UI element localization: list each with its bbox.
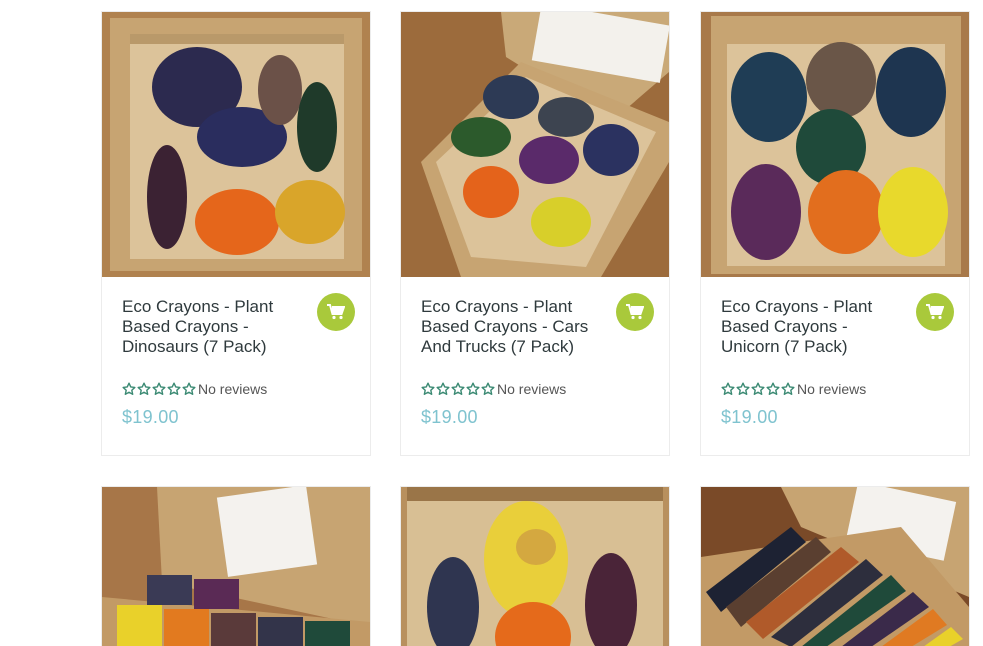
- star-outline-icon: [436, 382, 450, 396]
- star-outline-icon: [721, 382, 735, 396]
- cars-trucks-crayons-photo: [401, 12, 669, 277]
- star-outline-icon: [481, 382, 495, 396]
- star-outline-icon: [466, 382, 480, 396]
- star-outline-icon: [751, 382, 765, 396]
- product-image[interactable]: [701, 12, 969, 277]
- product-image[interactable]: [401, 12, 669, 277]
- product-card[interactable]: [400, 486, 670, 646]
- shopping-cart-icon: [327, 304, 345, 320]
- product-price: $19.00: [122, 407, 179, 427]
- stick-crayons-photo: [701, 487, 969, 646]
- block-crayons-photo: [102, 487, 370, 646]
- star-outline-icon: [122, 382, 136, 396]
- product-title[interactable]: Eco Crayons - Plant Based Crayons - Unic…: [721, 297, 896, 357]
- star-outline-icon: [451, 382, 465, 396]
- product-title[interactable]: Eco Crayons - Plant Based Crayons - Dino…: [122, 297, 297, 357]
- easter-crayons-photo: [401, 487, 669, 646]
- product-price: $19.00: [721, 407, 778, 427]
- product-image[interactable]: [401, 487, 669, 646]
- star-outline-icon: [421, 382, 435, 396]
- star-rating: [421, 382, 495, 396]
- product-card[interactable]: Eco Crayons - Plant Based Crayons - Unic…: [700, 11, 970, 456]
- add-to-cart-button[interactable]: [317, 293, 355, 331]
- product-image[interactable]: [701, 487, 969, 646]
- star-outline-icon: [137, 382, 151, 396]
- rating: No reviews: [122, 381, 267, 397]
- product-price: $19.00: [421, 407, 478, 427]
- star-outline-icon: [152, 382, 166, 396]
- product-card[interactable]: Eco Crayons - Plant Based Crayons - Cars…: [400, 11, 670, 456]
- product-card[interactable]: [700, 486, 970, 646]
- dinosaur-crayons-photo: [102, 12, 370, 277]
- review-count: No reviews: [497, 381, 567, 397]
- star-rating: [122, 382, 196, 396]
- star-outline-icon: [736, 382, 750, 396]
- product-card[interactable]: [101, 486, 371, 646]
- product-image[interactable]: [102, 12, 370, 277]
- product-image[interactable]: [102, 487, 370, 646]
- review-count: No reviews: [797, 381, 867, 397]
- rating: No reviews: [721, 381, 866, 397]
- rating: No reviews: [421, 381, 566, 397]
- star-outline-icon: [766, 382, 780, 396]
- product-card[interactable]: Eco Crayons - Plant Based Crayons - Dino…: [101, 11, 371, 456]
- star-outline-icon: [182, 382, 196, 396]
- star-rating: [721, 382, 795, 396]
- product-title[interactable]: Eco Crayons - Plant Based Crayons - Cars…: [421, 297, 596, 357]
- shopping-cart-icon: [626, 304, 644, 320]
- unicorn-crayons-photo: [701, 12, 969, 277]
- add-to-cart-button[interactable]: [916, 293, 954, 331]
- add-to-cart-button[interactable]: [616, 293, 654, 331]
- review-count: No reviews: [198, 381, 268, 397]
- shopping-cart-icon: [926, 304, 944, 320]
- star-outline-icon: [781, 382, 795, 396]
- star-outline-icon: [167, 382, 181, 396]
